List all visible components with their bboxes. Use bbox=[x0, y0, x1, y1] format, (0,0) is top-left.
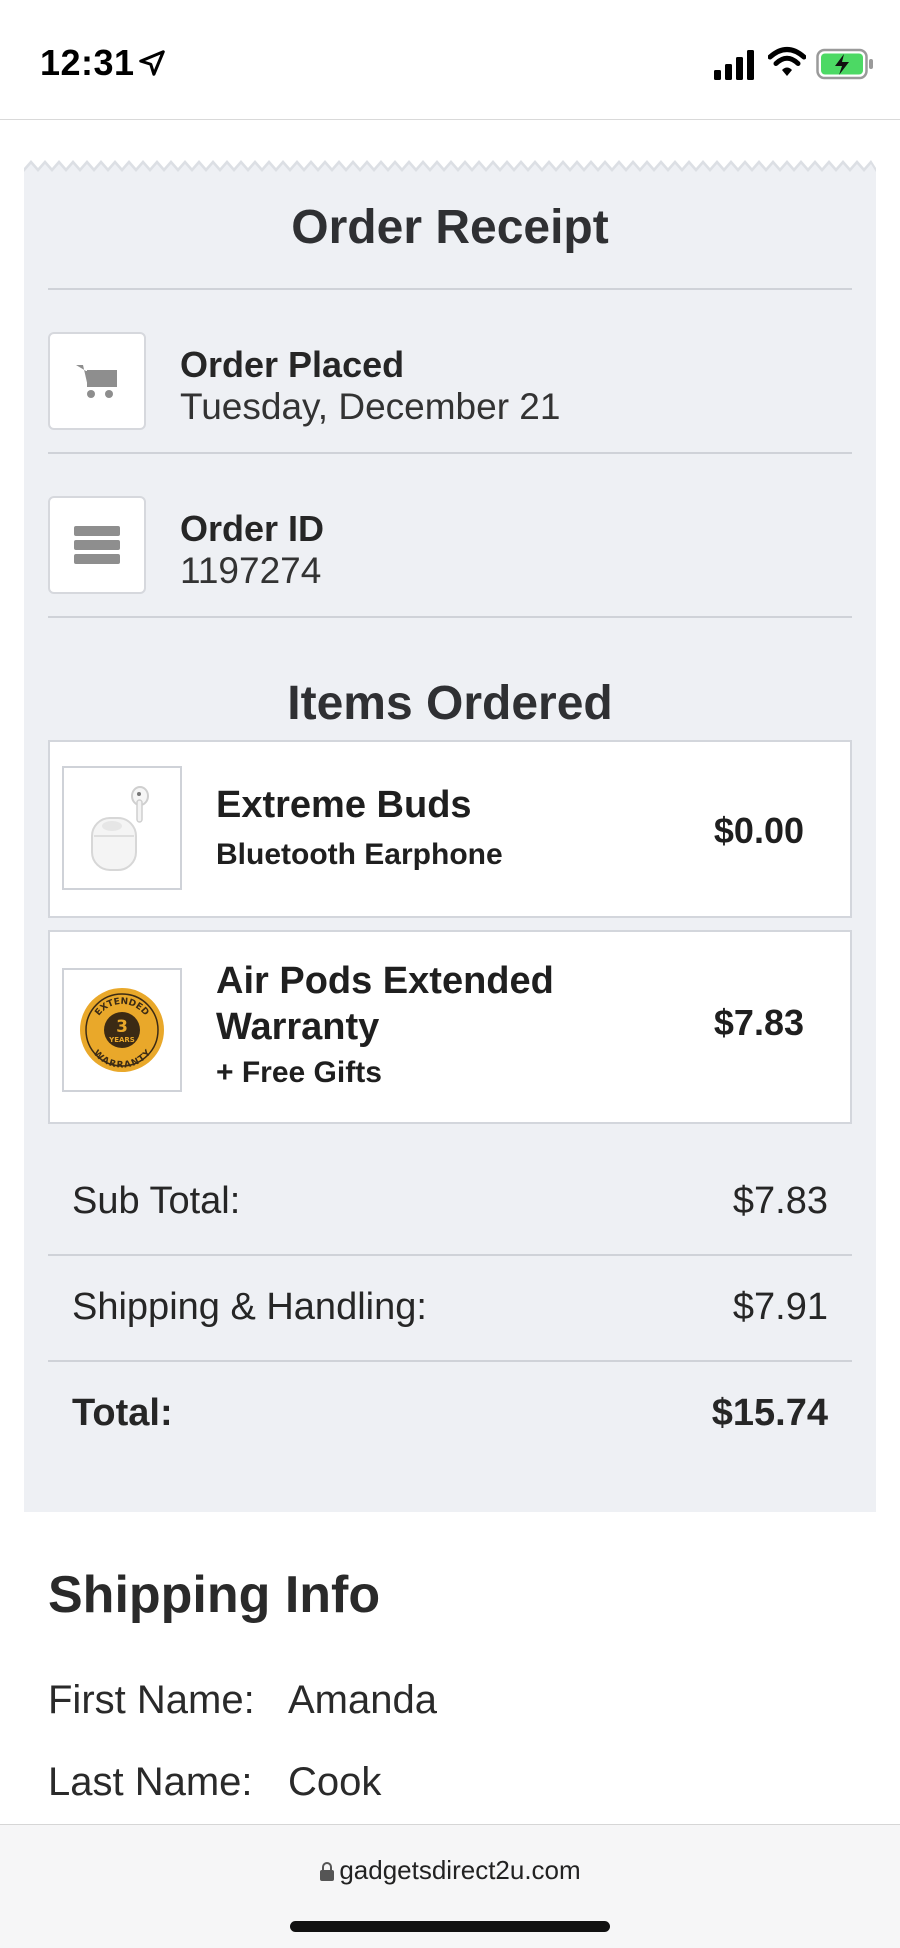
url-text: gadgetsdirect2u.com bbox=[339, 1855, 581, 1885]
status-bar: 12:31 bbox=[0, 0, 900, 120]
divider bbox=[48, 616, 852, 618]
last-name-row: Last Name: Cook bbox=[48, 1760, 381, 1805]
lock-icon bbox=[320, 1862, 335, 1881]
item-subtitle: Bluetooth Earphone bbox=[216, 838, 503, 871]
shipping-info-title: Shipping Info bbox=[48, 1566, 381, 1624]
order-item-card: EXTENDED WARRANTY 3 YEARS Air Pods Exten… bbox=[48, 930, 852, 1124]
item-name: Extreme Buds bbox=[216, 784, 472, 826]
order-id-label: Order ID bbox=[180, 508, 325, 549]
order-placed-label: Order Placed bbox=[180, 344, 405, 385]
status-time: 12:31 bbox=[40, 42, 135, 83]
order-placed-icon-box bbox=[48, 332, 146, 430]
warranty-badge-image: EXTENDED WARRANTY 3 YEARS bbox=[80, 988, 164, 1072]
first-name-value: Amanda bbox=[288, 1678, 437, 1722]
divider bbox=[48, 452, 852, 454]
first-name-row: First Name: Amanda bbox=[48, 1678, 437, 1723]
total-label: Total: bbox=[72, 1392, 173, 1434]
cart-icon bbox=[76, 365, 117, 398]
wifi-icon bbox=[768, 47, 806, 76]
item-name: Air Pods Extended Warranty bbox=[216, 960, 554, 1048]
last-name-label: Last Name: bbox=[48, 1760, 253, 1804]
location-arrow-icon bbox=[139, 50, 165, 76]
total-value: $15.74 bbox=[711, 1392, 828, 1434]
svg-text:3: 3 bbox=[116, 1017, 128, 1037]
order-id-icon-box bbox=[48, 496, 146, 594]
first-name-label: First Name: bbox=[48, 1678, 255, 1722]
order-id-row: Order ID 1197274 bbox=[48, 486, 852, 596]
shipping-handling-label: Shipping & Handling: bbox=[72, 1286, 427, 1328]
order-placed-date: Tuesday, December 21 bbox=[180, 386, 561, 427]
items-ordered-title: Items Ordered bbox=[287, 677, 613, 730]
order-receipt-card: Order Receipt Order Placed Tuesday, Dece… bbox=[24, 156, 876, 1512]
shipping-handling-value: $7.91 bbox=[732, 1286, 828, 1328]
order-item-card: Extreme Buds Bluetooth Earphone $0.00 bbox=[48, 740, 852, 918]
receipt-title: Order Receipt bbox=[291, 201, 609, 254]
subtotal-label: Sub Total: bbox=[72, 1180, 241, 1222]
home-indicator[interactable] bbox=[290, 1921, 610, 1932]
signal-icon bbox=[714, 50, 754, 80]
item-price: $0.00 bbox=[713, 810, 804, 851]
item-subtitle: + Free Gifts bbox=[216, 1056, 382, 1089]
item-price: $7.83 bbox=[713, 1002, 804, 1043]
item-thumbnail bbox=[62, 766, 182, 890]
order-id-value: 1197274 bbox=[180, 550, 322, 591]
address-bar[interactable]: gadgetsdirect2u.com bbox=[0, 1855, 900, 1886]
receipt-torn-edge bbox=[24, 156, 876, 174]
earbuds-image bbox=[91, 786, 149, 871]
order-placed-row: Order Placed Tuesday, December 21 bbox=[48, 322, 852, 432]
last-name-value: Cook bbox=[288, 1760, 382, 1804]
total-row: Total: $15.74 bbox=[48, 1362, 852, 1466]
shipping-handling-row: Shipping & Handling: $7.91 bbox=[48, 1256, 852, 1360]
battery-charging-icon bbox=[816, 48, 873, 80]
divider bbox=[48, 288, 852, 290]
browser-bottom-bar: gadgetsdirect2u.com bbox=[0, 1824, 900, 1948]
list-icon bbox=[74, 526, 120, 564]
item-thumbnail: EXTENDED WARRANTY 3 YEARS bbox=[62, 968, 182, 1092]
svg-text:YEARS: YEARS bbox=[108, 1036, 135, 1044]
subtotal-value: $7.83 bbox=[732, 1180, 828, 1222]
subtotal-row: Sub Total: $7.83 bbox=[48, 1150, 852, 1254]
